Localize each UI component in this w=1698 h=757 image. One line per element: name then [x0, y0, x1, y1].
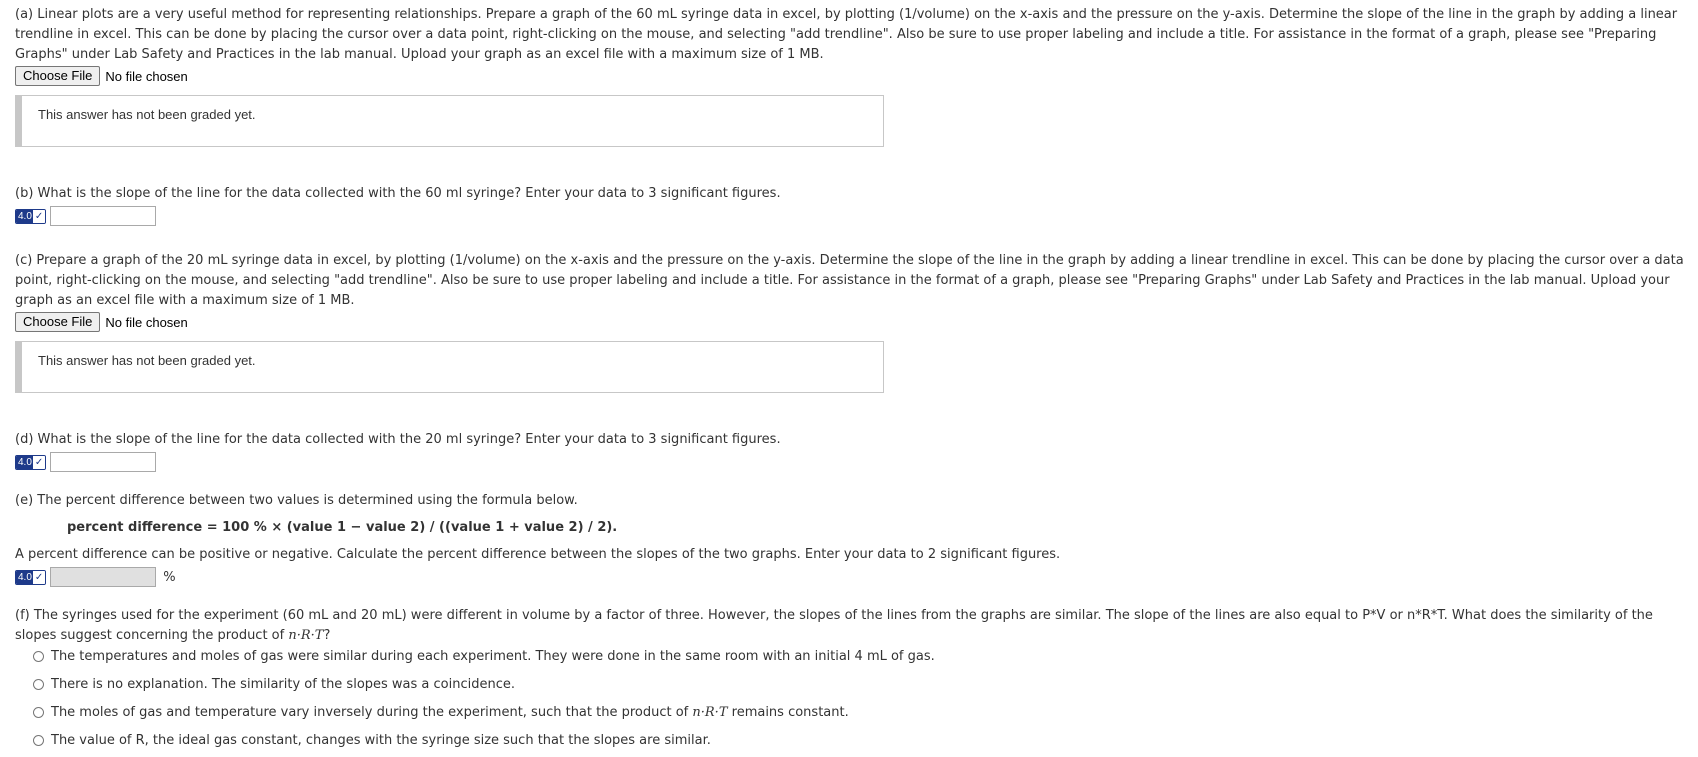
option-text: The moles of gas and temperature vary in…	[51, 704, 693, 720]
part-a-graded-box: This answer has not been graded yet.	[15, 95, 884, 147]
part-d-question: (d) What is the slope of the line for th…	[15, 432, 781, 447]
radio-button[interactable]	[33, 706, 44, 718]
part-d-answer-input[interactable]	[50, 452, 157, 472]
part-e-question: (e) The percent difference between two v…	[15, 493, 578, 508]
option-1[interactable]: The temperatures and moles of gas were s…	[33, 642, 1690, 670]
math-nrt: n·R·T	[288, 628, 324, 643]
part-d-answer-row: 4.0 ✓	[15, 450, 1690, 474]
option-label: The value of R, the ideal gas constant, …	[51, 732, 711, 748]
part-c-graded-box: This answer has not been graded yet.	[15, 341, 884, 393]
check-icon: ✓	[32, 570, 46, 584]
points-badge: 4.0 ✓	[15, 454, 47, 470]
radio-button[interactable]	[33, 734, 44, 746]
part-e-answer-input[interactable]	[50, 567, 157, 587]
points-badge: 4.0 ✓	[15, 208, 47, 224]
math-nrt: n·R·T	[692, 704, 728, 720]
choose-file-button[interactable]: Choose File	[15, 66, 101, 86]
points-badge: 4.0 ✓	[15, 569, 47, 585]
radio-button[interactable]	[33, 678, 44, 690]
graded-status-text: This answer has not been graded yet.	[38, 107, 256, 122]
part-f-question: (f) The syringes used for the experiment…	[15, 606, 1690, 646]
option-label: The moles of gas and temperature vary in…	[51, 705, 849, 720]
radio-button[interactable]	[33, 650, 44, 662]
percent-difference-formula: percent difference = 100 % × (value 1 − …	[67, 520, 618, 535]
points-value: 4.0	[16, 209, 33, 223]
option-label: The temperatures and moles of gas were s…	[51, 648, 935, 664]
part-c-file-upload: Choose File No file chosen	[15, 311, 1690, 333]
check-icon: ✓	[32, 209, 46, 223]
option-3[interactable]: The moles of gas and temperature vary in…	[33, 698, 1690, 726]
part-c-question: (c) Prepare a graph of the 20 mL syringe…	[15, 253, 1684, 308]
part-b-question: (b) What is the slope of the line for th…	[15, 186, 781, 201]
part-a-file-upload: Choose File No file chosen	[15, 65, 1690, 87]
part-f-text: (f) The syringes used for the experiment…	[15, 608, 1653, 643]
option-text-end: remains constant.	[727, 704, 849, 720]
part-e-answer-row: 4.0 ✓ %	[15, 565, 1690, 589]
part-b-answer-row: 4.0 ✓	[15, 204, 1690, 228]
points-value: 4.0	[16, 570, 33, 584]
choose-file-button[interactable]: Choose File	[15, 312, 101, 332]
points-value: 4.0	[16, 455, 33, 469]
file-status: No file chosen	[105, 68, 188, 84]
percent-unit: %	[163, 569, 176, 585]
part-a-question: (a) Linear plots are a very useful metho…	[15, 7, 1678, 62]
part-f-text-end: ?	[323, 628, 331, 643]
part-b-answer-input[interactable]	[50, 206, 157, 226]
graded-status-text: This answer has not been graded yet.	[38, 353, 256, 368]
part-e-instruction: A percent difference can be positive or …	[15, 547, 1061, 562]
option-label: There is no explanation. The similarity …	[51, 676, 516, 692]
check-icon: ✓	[32, 455, 46, 469]
question-page: (a) Linear plots are a very useful metho…	[15, 5, 1690, 754]
option-4[interactable]: The value of R, the ideal gas constant, …	[33, 726, 1690, 754]
file-status: No file chosen	[105, 314, 188, 330]
option-2[interactable]: There is no explanation. The similarity …	[33, 670, 1690, 698]
